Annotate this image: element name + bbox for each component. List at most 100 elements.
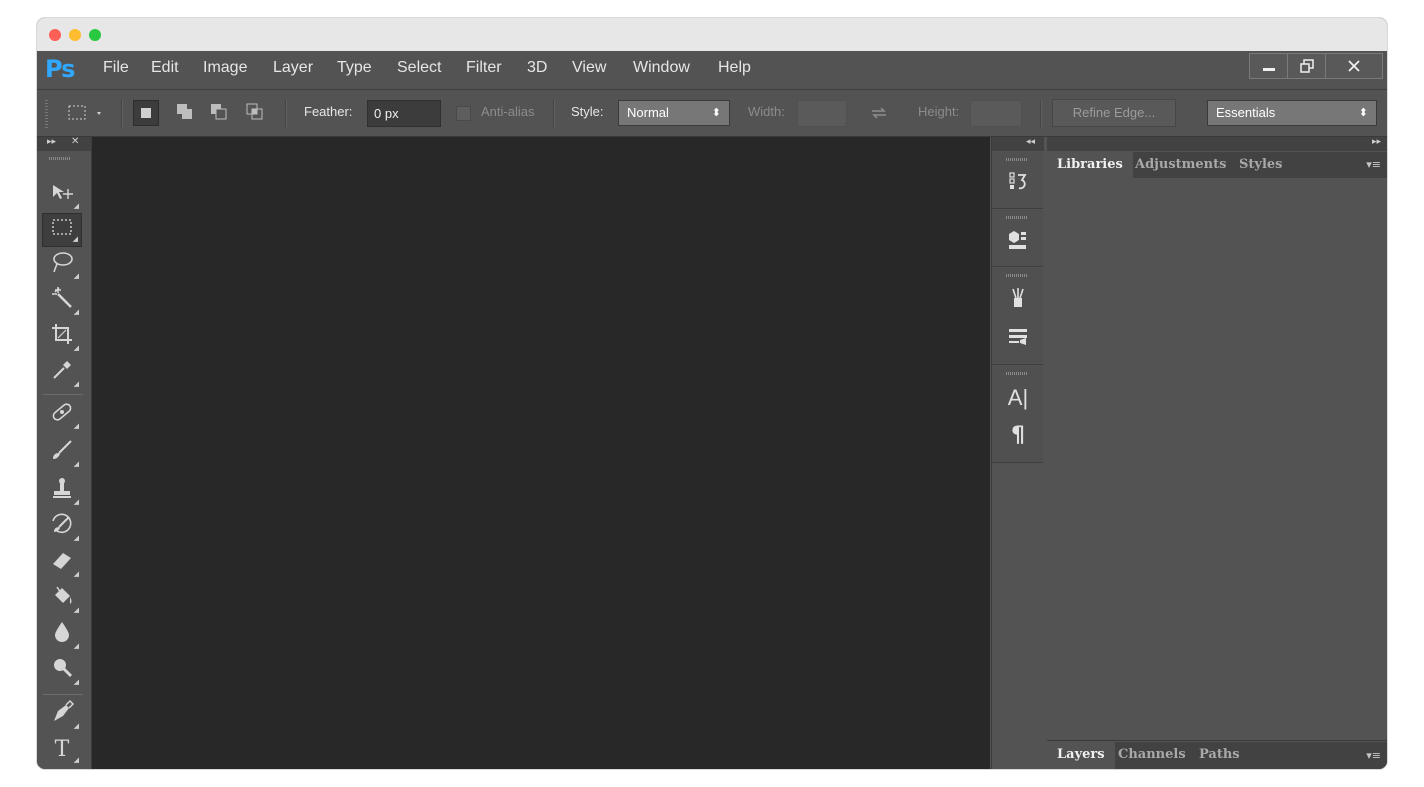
dodge-tool[interactable]: ◢	[42, 655, 82, 689]
menu-type[interactable]: Type	[337, 59, 372, 77]
style-select[interactable]: Normal ⬍	[618, 100, 730, 126]
eraser-icon	[53, 553, 71, 569]
layers-panel-tabs: Layers Channels Paths ▾≡	[1047, 742, 1387, 769]
3d-panel-button[interactable]	[1004, 228, 1032, 256]
swap-dimensions-button[interactable]	[869, 103, 889, 127]
menu-edit[interactable]: Edit	[151, 59, 179, 77]
expand-panel-icon[interactable]: ▸▸	[47, 137, 56, 147]
select-updown-icon: ⬍	[711, 107, 721, 119]
tool-flyout-triangle: ◢	[73, 498, 79, 506]
zoom-traffic-light[interactable]	[89, 29, 101, 41]
menu-view[interactable]: View	[572, 59, 606, 77]
options-grip[interactable]	[45, 98, 48, 128]
history-brush-icon	[52, 513, 72, 534]
type-icon: T	[54, 737, 70, 762]
new-selection-button[interactable]	[133, 100, 159, 126]
brushes-panel-button[interactable]	[1004, 286, 1032, 314]
right-panel-header: ▸▸	[1047, 137, 1387, 151]
dock-header: ◂◂	[992, 137, 1044, 151]
panel-menu-icon[interactable]: ▾≡	[1366, 158, 1381, 171]
character-panel-button[interactable]: A|	[1004, 384, 1032, 412]
tab-layers[interactable]: Layers	[1047, 742, 1115, 769]
menu-layer[interactable]: Layer	[273, 59, 313, 77]
dock-group-history	[992, 152, 1043, 209]
tool-flyout-triangle: ◢	[73, 380, 79, 388]
document-canvas-area[interactable]	[92, 137, 990, 769]
height-input[interactable]	[970, 100, 1022, 127]
history-panel-button[interactable]	[1004, 170, 1032, 198]
tool-flyout-triangle: ◢	[73, 678, 79, 686]
move-tool[interactable]: ◢	[42, 179, 82, 213]
tool-flyout-triangle: ◢	[73, 722, 79, 730]
workspace-select[interactable]: Essentials ⬍	[1207, 100, 1377, 126]
panel-menu-icon[interactable]: ▾≡	[1366, 749, 1381, 762]
brush-presets-icon	[1009, 329, 1027, 345]
width-input[interactable]	[797, 100, 847, 127]
dock-grip[interactable]	[1006, 158, 1028, 161]
menu-3d[interactable]: 3D	[527, 59, 547, 77]
brush-presets-panel-button[interactable]	[1004, 324, 1032, 352]
collapse-dock-icon[interactable]: ◂◂	[1026, 137, 1035, 147]
close-panel-icon[interactable]: ✕	[71, 136, 79, 147]
tool-preset-picker[interactable]	[67, 103, 105, 127]
move-icon	[53, 185, 73, 199]
antialias-checkbox[interactable]	[456, 106, 471, 121]
healing-brush-tool[interactable]: ◢	[42, 399, 82, 433]
menu-filter[interactable]: Filter	[466, 59, 502, 77]
width-label: Width:	[748, 104, 785, 119]
menu-help[interactable]: Help	[718, 59, 751, 77]
subtract-from-selection-button[interactable]	[207, 100, 231, 128]
drop-icon	[55, 622, 69, 642]
restore-button[interactable]	[1287, 53, 1327, 79]
tools-grip[interactable]	[49, 157, 71, 160]
eyedropper-tool[interactable]: ◢	[42, 357, 82, 391]
type-tool[interactable]: T ◢	[42, 733, 82, 767]
add-to-selection-button[interactable]	[173, 100, 197, 128]
pen-tool[interactable]: ◢	[42, 699, 82, 733]
style-select-value: Normal	[627, 105, 669, 120]
lasso-tool[interactable]: ◢	[42, 249, 82, 283]
minimize-icon	[1263, 68, 1275, 71]
dock-group-3d	[992, 210, 1043, 267]
menu-file[interactable]: File	[103, 59, 129, 77]
history-brush-tool[interactable]: ◢	[42, 511, 82, 545]
tool-flyout-triangle: ◢	[73, 308, 79, 316]
minimize-traffic-light[interactable]	[69, 29, 81, 41]
menu-window[interactable]: Window	[633, 59, 690, 77]
dock-grip[interactable]	[1006, 274, 1028, 277]
tab-channels[interactable]: Channels	[1108, 742, 1196, 769]
tab-libraries[interactable]: Libraries	[1047, 152, 1133, 178]
dock-grip[interactable]	[1006, 216, 1028, 219]
crop-tool[interactable]: ◢	[42, 321, 82, 355]
tab-styles[interactable]: Styles	[1229, 152, 1292, 178]
tool-flyout-triangle: ◢	[73, 272, 79, 280]
brushes-icon	[1012, 288, 1024, 307]
tools-divider	[43, 694, 83, 695]
paragraph-panel-button[interactable]: ¶	[1004, 422, 1032, 450]
blur-tool[interactable]: ◢	[42, 619, 82, 653]
tab-adjustments[interactable]: Adjustments	[1125, 152, 1236, 178]
close-traffic-light[interactable]	[49, 29, 61, 41]
eraser-tool[interactable]: ◢	[42, 547, 82, 581]
intersect-selection-button[interactable]	[243, 100, 267, 128]
magic-wand-tool[interactable]: ◢	[42, 285, 82, 319]
restore-icon	[1300, 59, 1314, 73]
tools-panel: ▸▸ ✕ ◢ ◢ ◢ ◢ ◢ ◢ ◢ ◢ ◢ ◢ ◢ ◢ ◢ ◢ ◢ T ◢	[37, 136, 92, 769]
clone-stamp-tool[interactable]: ◢	[42, 475, 82, 509]
tab-paths[interactable]: Paths	[1189, 742, 1250, 769]
rectangular-marquee-tool[interactable]: ◢	[42, 213, 82, 247]
minimize-button[interactable]	[1249, 53, 1289, 79]
menu-select[interactable]: Select	[397, 59, 441, 77]
libraries-panel-tabs: Libraries Adjustments Styles ▾≡	[1047, 152, 1387, 178]
feather-input[interactable]: 0 px	[367, 100, 441, 127]
menu-image[interactable]: Image	[203, 59, 247, 77]
tool-flyout-triangle: ◢	[73, 642, 79, 650]
brush-tool[interactable]: ◢	[42, 437, 82, 471]
options-separator	[121, 100, 123, 128]
close-button[interactable]	[1325, 53, 1383, 79]
refine-edge-button[interactable]: Refine Edge...	[1052, 99, 1176, 127]
dock-grip[interactable]	[1006, 372, 1028, 375]
expand-panel-icon[interactable]: ▸▸	[1372, 137, 1381, 147]
paint-bucket-tool[interactable]: ◢	[42, 583, 82, 617]
tools-divider	[43, 394, 83, 395]
